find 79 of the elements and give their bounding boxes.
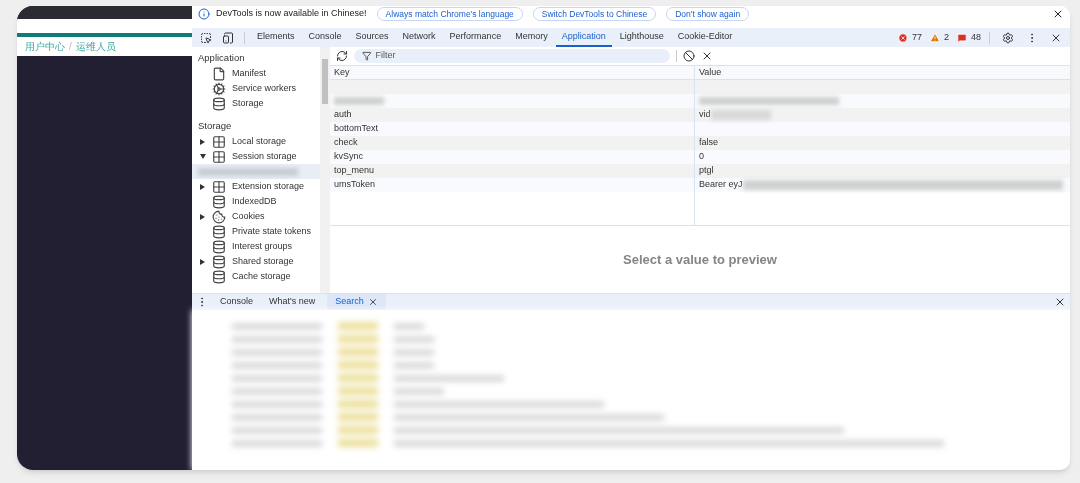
grid-icon [212,149,226,164]
sidebar-item[interactable]: Local storage [192,134,320,149]
panel-tab[interactable]: Application [555,28,612,47]
table-cell: check [334,136,358,150]
warning-icon [929,32,940,43]
device-toolbar-icon[interactable] [222,31,234,44]
sidebar-item[interactable]: Shared storage [192,254,320,269]
cookie-icon [212,209,226,224]
clear-icon[interactable] [683,50,695,62]
sidebar-item[interactable]: Service workers [192,81,320,96]
sidebar-item[interactable]: Cookies [192,209,320,224]
sidebar-item[interactable]: Storage [192,96,320,111]
refresh-icon[interactable] [336,50,348,62]
drawer-tab[interactable]: What's new [265,294,320,310]
expand-arrow-icon[interactable] [200,183,205,190]
database-icon [212,239,226,254]
grid-icon [212,134,226,149]
error-icon [897,32,908,43]
sidebar-item[interactable]: Session storage [192,149,320,164]
infobar-message: DevTools is now available in Chinese! [216,7,367,21]
file-icon [212,66,226,81]
table-cell: top_menu [334,164,375,178]
panel-tab[interactable]: Sources [349,28,395,47]
database-icon [212,96,226,111]
expand-arrow-icon[interactable] [200,258,205,265]
blurred-text [710,110,771,120]
table-cell: kvSync [334,150,363,164]
table-cell: Bearer eyJ [699,178,743,192]
column-header[interactable]: Key [330,66,695,79]
database-icon [212,254,226,269]
settings-icon[interactable] [1002,31,1014,44]
close-icon[interactable] [1052,8,1064,20]
collapse-arrow-icon[interactable] [200,154,206,159]
sidebar-item[interactable]: IndexedDB [192,194,320,209]
delete-icon[interactable] [701,50,713,62]
panel-tab[interactable]: Console [302,28,348,47]
filter-icon [362,51,372,61]
drawer-tab[interactable]: Search [327,294,386,310]
issue-icon [957,32,967,43]
preview-message: Select a value to preview [623,250,777,269]
sidebar-item[interactable]: Extension storage [192,179,320,194]
sidebar-item[interactable]: Cache storage [192,269,320,284]
blurred-text [334,97,384,105]
sidebar-section-title: Application [197,51,246,66]
table-cell: ptgl [699,164,714,178]
inspect-icon[interactable] [200,31,212,44]
table-cell: vid [699,108,711,122]
sidebar-item[interactable]: Manifest [192,66,320,81]
gears-icon [212,81,226,96]
panel-tab[interactable]: Memory [509,28,554,47]
table-cell: auth [334,108,352,122]
panel-tab[interactable]: Network [396,28,442,47]
info-icon [198,8,210,20]
sidebar-section-title: Storage [197,119,233,134]
breadcrumb-separator: / [69,40,72,54]
table-cell: umsToken [334,178,376,192]
table-cell: 0 [699,150,704,164]
sidebar-item[interactable]: Private state tokens [192,224,320,239]
panel-tab[interactable]: Lighthouse [613,28,670,47]
panel-tab[interactable]: Elements [251,28,301,47]
error-count: 77 [911,30,922,44]
database-icon [212,224,226,239]
panel-tab[interactable]: Performance [443,28,508,47]
close-icon[interactable] [1054,296,1066,308]
expand-arrow-icon[interactable] [200,138,205,145]
column-header[interactable]: Value [695,66,1070,79]
table-cell: bottomText [334,122,379,136]
database-icon [212,269,226,284]
table-cell: false [699,136,718,150]
warning-count: 2 [943,30,949,44]
close-tab-icon[interactable] [367,297,378,307]
expand-arrow-icon[interactable] [200,213,205,220]
sidebar-item[interactable]: Interest groups [192,239,320,254]
drawer-tab[interactable]: Console [216,294,258,310]
grid-icon [212,179,226,194]
issue-count: 48 [971,30,981,44]
panel-tab[interactable]: Cookie-Editor [671,28,739,47]
scrollbar[interactable] [320,47,330,293]
database-icon [212,194,226,209]
